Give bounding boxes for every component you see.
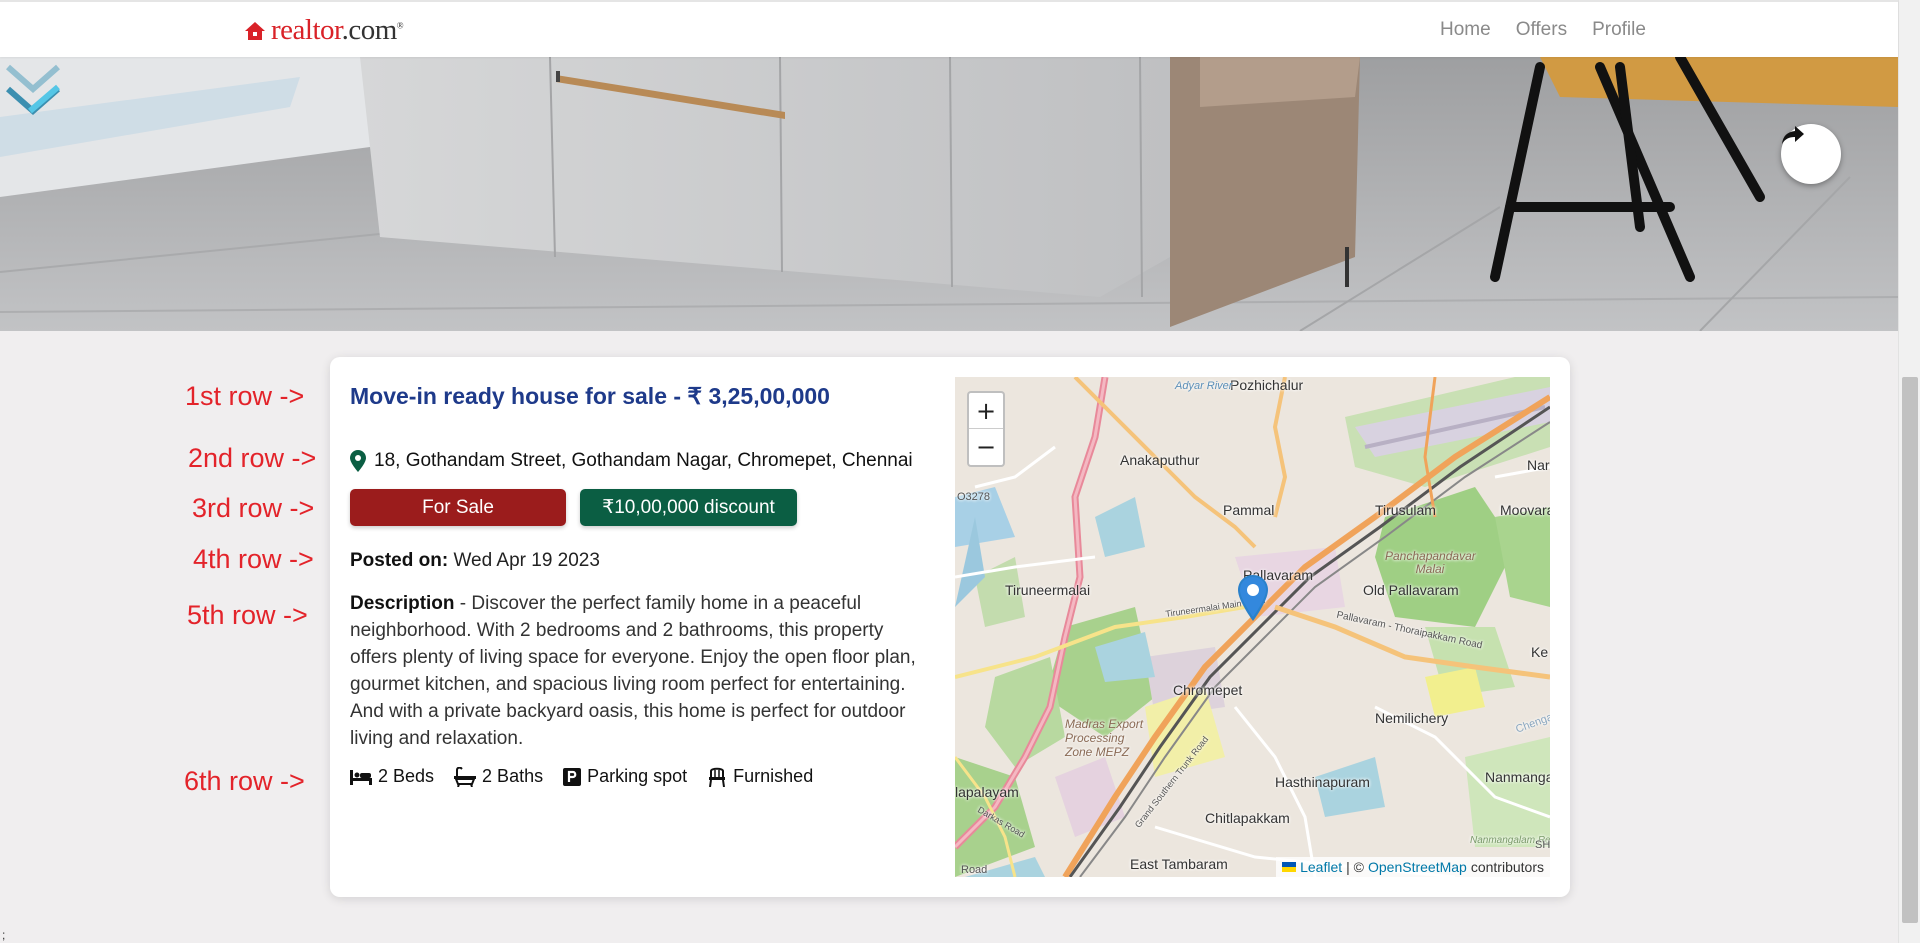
map-label: East Tambaram <box>1130 856 1228 872</box>
map-label: SH4 <box>1535 839 1550 851</box>
location-marker-icon[interactable] <box>1238 575 1268 621</box>
map[interactable]: + − Pozhichalur Adyar River Anakaputhur … <box>955 377 1550 877</box>
map-label: Hasthinapuram <box>1275 774 1370 790</box>
scrollbar-thumb[interactable] <box>1902 377 1918 923</box>
zoom-control: + − <box>967 391 1005 467</box>
nav-profile[interactable]: Profile <box>1592 19 1646 41</box>
description: Description - Discover the perfect famil… <box>350 590 930 752</box>
annotation-row-2: 2nd row -> <box>188 443 317 473</box>
stray-text: ; <box>2 928 6 942</box>
posted-value: Wed Apr 19 2023 <box>453 550 600 571</box>
house-icon <box>245 21 265 40</box>
nav-links: Home Offers Profile <box>1440 19 1646 41</box>
bed-icon <box>350 769 372 785</box>
annotation-row-3: 3rd row -> <box>192 493 315 523</box>
map-label: Pozhichalur <box>1230 377 1304 393</box>
annotation-row-4: 4th row -> <box>193 544 314 574</box>
leaflet-link[interactable]: Leaflet <box>1300 859 1342 875</box>
annotation-row-6: 6th row -> <box>184 766 305 796</box>
map-label: lapalayam <box>955 784 1019 800</box>
listing-card: Move-in ready house for sale - ₹ 3,25,00… <box>330 357 1570 897</box>
annotation-row-5: 5th row -> <box>187 600 308 630</box>
address-text: 18, Gothandam Street, Gothandam Nagar, C… <box>374 450 913 471</box>
description-label: Description <box>350 593 455 614</box>
for-sale-badge: For Sale <box>350 489 566 526</box>
osm-link[interactable]: OpenStreetMap <box>1368 859 1467 875</box>
map-label: Chitlapakkam <box>1205 810 1290 826</box>
posted-date: Posted on: Wed Apr 19 2023 <box>350 550 600 572</box>
annotation-row-1: 1st row -> <box>185 381 305 411</box>
location-pin-icon <box>350 450 366 472</box>
parking-icon <box>563 767 582 786</box>
feature-baths: 2 Baths <box>454 766 543 787</box>
map-label: Old Pallavaram <box>1363 582 1459 598</box>
share-button[interactable] <box>1781 124 1841 184</box>
page-scrollbar[interactable] <box>1898 0 1920 943</box>
bath-icon <box>454 766 477 787</box>
brand-logo[interactable]: realtor.com® <box>243 14 404 47</box>
scroll-down-icon[interactable] <box>0 57 66 135</box>
listing-address: 18, Gothandam Street, Gothandam Nagar, C… <box>350 450 913 472</box>
nav-offers[interactable]: Offers <box>1516 19 1567 41</box>
zoom-in-button[interactable]: + <box>969 393 1003 429</box>
nav-home[interactable]: Home <box>1440 19 1491 41</box>
map-label: Panchapandavar Malai <box>1385 549 1476 576</box>
ukraine-flag-icon <box>1282 862 1297 872</box>
feature-parking: Parking spot <box>563 766 687 787</box>
map-label: O3278 <box>957 491 991 503</box>
map-label: Nemilichery <box>1375 710 1449 726</box>
map-tiles <box>955 377 1550 877</box>
kitchen-photo <box>0 57 1898 331</box>
map-label: Road <box>961 864 988 876</box>
feature-furnished: Furnished <box>707 766 813 787</box>
map-label: Nar <box>1527 457 1550 473</box>
chair-icon <box>709 767 726 787</box>
map-label: Ke <box>1531 644 1549 660</box>
navbar: realtor.com® Home Offers Profile <box>0 0 1898 57</box>
zoom-out-button[interactable]: − <box>969 429 1003 465</box>
map-attribution: Leaflet | © OpenStreetMap contributors <box>1276 857 1550 877</box>
map-label: Tirusulam <box>1375 502 1436 518</box>
listing-title: Move-in ready house for sale - ₹ 3,25,00… <box>350 383 830 409</box>
brand-text: realtor.com® <box>271 14 404 46</box>
feature-beds: 2 Beds <box>350 766 434 787</box>
map-label: Pammal <box>1223 502 1275 518</box>
map-label: Chromepet <box>1173 682 1243 698</box>
map-label: Madras Export Processing Zone MEPZ <box>1065 717 1144 759</box>
map-label: Anakaputhur <box>1120 452 1200 468</box>
share-icon <box>1782 126 1804 144</box>
features-row: 2 Beds 2 Baths Parking spot Furnished <box>350 766 813 787</box>
map-label: Moovara <box>1500 502 1550 518</box>
map-label: Tiruneermalai <box>1005 582 1091 598</box>
badges: For Sale ₹10,00,000 discount <box>350 489 797 526</box>
posted-label: Posted on: <box>350 550 449 571</box>
hero-image <box>0 57 1898 331</box>
map-label: Nanmanga <box>1485 769 1550 785</box>
discount-badge: ₹10,00,000 discount <box>580 489 797 526</box>
description-text: - Discover the perfect family home in a … <box>350 593 916 749</box>
map-label: Adyar River <box>1175 380 1233 392</box>
